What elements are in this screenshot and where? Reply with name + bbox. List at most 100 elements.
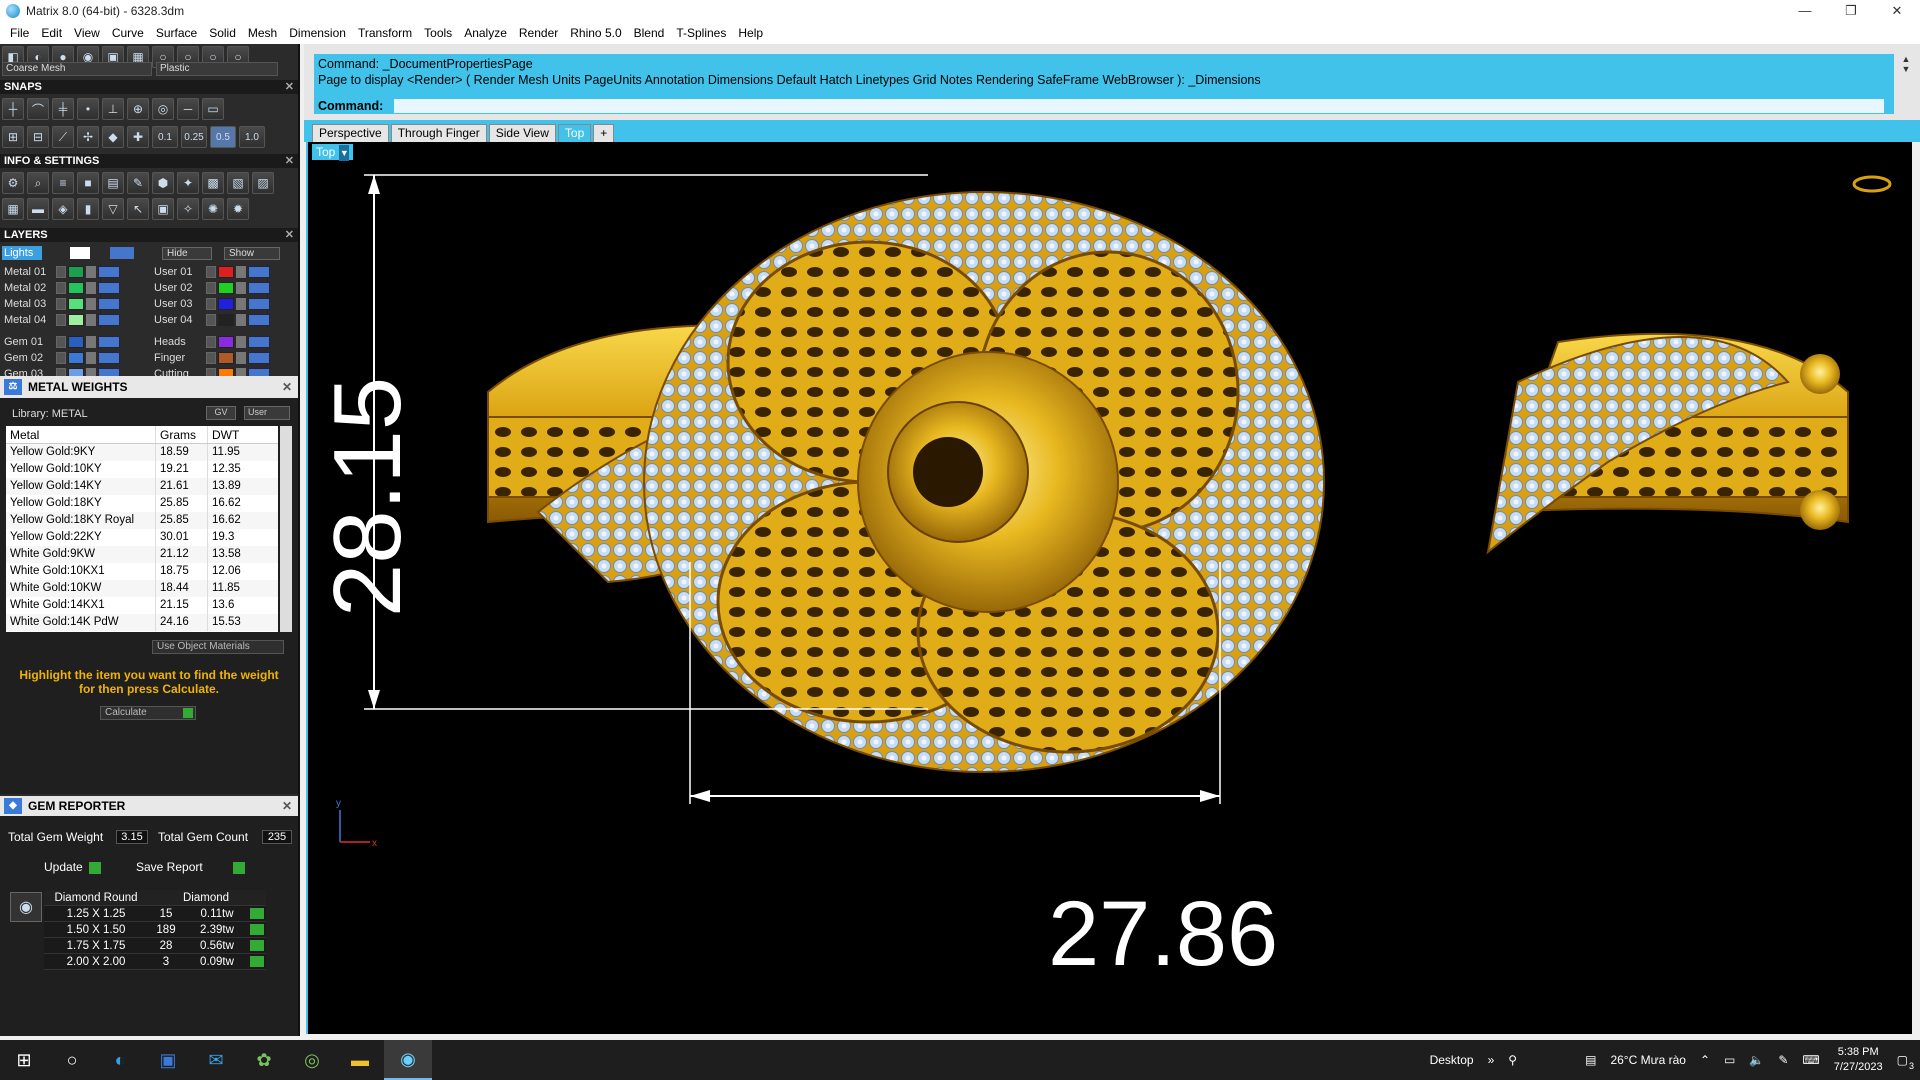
close-button[interactable]: ✕: [1874, 0, 1920, 22]
layer-row[interactable]: User 02: [154, 280, 270, 295]
lock-icon[interactable]: [86, 265, 96, 278]
layer-row[interactable]: Metal 04: [4, 312, 120, 327]
settings-icon[interactable]: ⚙: [2, 172, 24, 194]
people-icon[interactable]: ⚲: [1508, 1053, 1517, 1067]
snap-value-1[interactable]: 0.1: [152, 126, 178, 148]
snap-value-3[interactable]: 0.5: [210, 126, 236, 148]
layer-visibility-toggle[interactable]: [248, 313, 270, 326]
layer-expand-icon[interactable]: [56, 335, 66, 348]
desktop-toolbar[interactable]: Desktop: [1430, 1053, 1474, 1067]
matrix-app-icon[interactable]: ◉: [384, 1040, 432, 1080]
layer-visibility-toggle[interactable]: [98, 265, 120, 278]
layer-visibility-toggle[interactable]: [248, 351, 270, 364]
table-row[interactable]: Yellow Gold:9KY 18.59 11.95: [6, 444, 278, 461]
close-icon[interactable]: ✕: [285, 154, 294, 168]
lock-icon[interactable]: [86, 335, 96, 348]
layer-expand-icon[interactable]: [206, 335, 216, 348]
menu-transform[interactable]: Transform: [352, 22, 418, 44]
lock-icon[interactable]: [236, 297, 246, 310]
menu-rhino[interactable]: Rhino 5.0: [564, 22, 627, 44]
layers-icon[interactable]: ≡: [52, 172, 74, 194]
layer-row[interactable]: Gem 01: [4, 334, 120, 349]
layer-color-swatch[interactable]: [218, 281, 234, 294]
table-row[interactable]: Yellow Gold:18KY 25.85 16.62: [6, 495, 278, 512]
save-icon[interactable]: ▣: [152, 198, 174, 220]
layer-color-swatch[interactable]: [218, 351, 234, 364]
store-icon[interactable]: ▣: [144, 1040, 192, 1080]
tab-top[interactable]: Top: [557, 124, 592, 142]
lock-icon[interactable]: [236, 313, 246, 326]
table-row[interactable]: White Gold:14KX1 21.15 13.6: [6, 597, 278, 614]
close-icon[interactable]: ✕: [282, 376, 292, 398]
command-input[interactable]: [394, 99, 1884, 113]
layer-expand-icon[interactable]: [56, 265, 66, 278]
use-object-materials-toggle[interactable]: Use Object Materials: [152, 640, 284, 654]
app-icon-rhino[interactable]: ✿: [240, 1040, 288, 1080]
gem-row[interactable]: 2.00 X 2.00 3 0.09tw: [44, 954, 266, 970]
lock-icon[interactable]: [86, 281, 96, 294]
layer-row[interactable]: Metal 02: [4, 280, 120, 295]
tab-perspective[interactable]: Perspective: [312, 124, 389, 142]
layer-color-swatch[interactable]: [68, 281, 84, 294]
weather-text[interactable]: 26°C Mưa rào: [1610, 1053, 1686, 1067]
tool-icon-14[interactable]: ✹: [227, 198, 249, 220]
tool-icon-11[interactable]: ▨: [252, 172, 274, 194]
planar-icon[interactable]: ⟋: [52, 126, 74, 148]
cube-icon[interactable]: ⬢: [152, 172, 174, 194]
gv-toggle[interactable]: GV: [206, 406, 236, 420]
layer-expand-icon[interactable]: [206, 351, 216, 364]
search-icon[interactable]: ○: [48, 1040, 96, 1080]
ortho-icon[interactable]: ⊟: [27, 126, 49, 148]
menu-dimension[interactable]: Dimension: [283, 22, 352, 44]
layer-expand-icon[interactable]: [56, 313, 66, 326]
layer-expand-icon[interactable]: [206, 281, 216, 294]
menu-surface[interactable]: Surface: [150, 22, 203, 44]
menu-tsplines[interactable]: T-Splines: [670, 22, 732, 44]
gumball-icon[interactable]: ⊞: [2, 126, 24, 148]
lock-icon[interactable]: [86, 313, 96, 326]
layer-visibility-toggle[interactable]: [248, 281, 270, 294]
snap-value-4[interactable]: 1.0: [239, 126, 265, 148]
tab-side-view[interactable]: Side View: [488, 124, 556, 142]
menu-help[interactable]: Help: [732, 22, 769, 44]
layer-expand-icon[interactable]: [56, 281, 66, 294]
history-scroll[interactable]: ▲ ▼: [1900, 54, 1912, 98]
layer-color-swatch[interactable]: [218, 335, 234, 348]
layer-expand-icon[interactable]: [56, 351, 66, 364]
layer-row[interactable]: Metal 03: [4, 296, 120, 311]
keyboard-icon[interactable]: ⌨: [1802, 1053, 1819, 1067]
menu-blend[interactable]: Blend: [628, 22, 671, 44]
menu-mesh[interactable]: Mesh: [242, 22, 283, 44]
chevron-icon[interactable]: »: [1488, 1053, 1495, 1067]
table-row[interactable]: Yellow Gold:14KY 21.61 13.89: [6, 478, 278, 495]
metal-weights-scrollbar[interactable]: [280, 426, 292, 632]
tab-through-finger[interactable]: Through Finger: [390, 124, 487, 142]
calculate-button[interactable]: Calculate: [100, 706, 196, 720]
flat-icon[interactable]: ▬: [27, 198, 49, 220]
table-row[interactable]: White Gold:10KW 18.44 11.85: [6, 580, 278, 597]
lock-icon[interactable]: [236, 281, 246, 294]
gem-row[interactable]: 1.75 X 1.75 28 0.56tw: [44, 938, 266, 954]
box-icon[interactable]: ■: [77, 172, 99, 194]
layer-visibility-toggle[interactable]: [98, 297, 120, 310]
hide-button[interactable]: Hide: [162, 247, 212, 260]
mail-icon[interactable]: ✉: [192, 1040, 240, 1080]
tray-up-icon[interactable]: ⌃: [1700, 1053, 1710, 1067]
layer-color-swatch[interactable]: [68, 265, 84, 278]
user-toggle[interactable]: User: [244, 406, 290, 420]
layer-icon[interactable]: ◈: [52, 198, 74, 220]
lights-visibility[interactable]: [110, 247, 134, 259]
filter-icon[interactable]: ◆: [102, 126, 124, 148]
app-icon-green[interactable]: ◎: [288, 1040, 336, 1080]
layer-color-swatch[interactable]: [68, 351, 84, 364]
layer-expand-icon[interactable]: [206, 313, 216, 326]
lock-icon[interactable]: [236, 335, 246, 348]
snap-grid-icon[interactable]: ┼: [2, 98, 24, 120]
pen-icon[interactable]: ✎: [1778, 1053, 1788, 1067]
menu-view[interactable]: View: [68, 22, 106, 44]
zoom-icon[interactable]: ⌕: [27, 172, 49, 194]
select-gem-icon[interactable]: [250, 924, 264, 935]
layer-color-swatch[interactable]: [218, 313, 234, 326]
tool-icon-10[interactable]: ▧: [227, 172, 249, 194]
viewport-top[interactable]: Top ▼ y x 28.15 27.86: [306, 142, 1912, 1034]
